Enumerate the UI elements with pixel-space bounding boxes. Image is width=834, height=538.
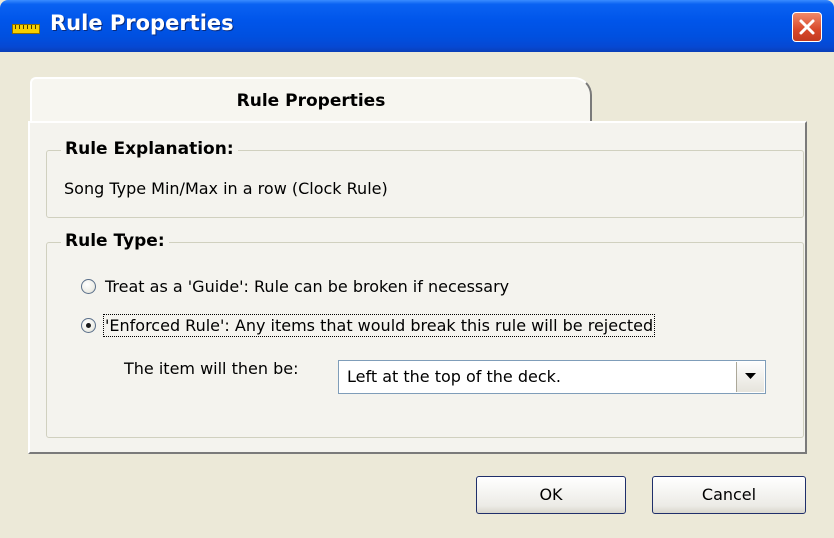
- title-bar[interactable]: Rule Properties: [0, 0, 834, 52]
- ruler-icon: [12, 24, 40, 34]
- rule-explanation-text: Song Type Min/Max in a row (Clock Rule): [64, 179, 388, 198]
- tab-label: Rule Properties: [236, 91, 386, 111]
- tab-rule-properties[interactable]: Rule Properties: [30, 77, 592, 123]
- rule-type-legend: Rule Type:: [61, 231, 169, 251]
- radio-guide-label[interactable]: Treat as a 'Guide': Rule can be broken i…: [105, 277, 509, 296]
- rule-explanation-legend: Rule Explanation:: [61, 139, 238, 159]
- rule-type-group: Rule Type:: [46, 231, 804, 438]
- dialog-window: Rule Properties Rule Properties Rule Exp…: [0, 0, 834, 538]
- window-title: Rule Properties: [50, 11, 234, 35]
- select-label: The item will then be:: [124, 359, 299, 378]
- dropdown-value: Left at the top of the deck.: [347, 367, 561, 386]
- close-icon: [799, 19, 815, 35]
- radio-guide-option[interactable]: Treat as a 'Guide': Rule can be broken i…: [81, 277, 681, 301]
- radio-button-guide[interactable]: [81, 279, 96, 294]
- close-button[interactable]: [792, 12, 822, 42]
- radio-enforced-label[interactable]: 'Enforced Rule': Any items that would br…: [102, 314, 656, 337]
- ok-button[interactable]: OK: [476, 476, 626, 514]
- radio-enforced-option[interactable]: 'Enforced Rule': Any items that would br…: [81, 314, 781, 340]
- item-action-dropdown[interactable]: Left at the top of the deck.: [338, 360, 766, 394]
- radio-button-enforced[interactable]: [81, 318, 96, 333]
- dropdown-arrow-button[interactable]: [736, 362, 764, 392]
- chevron-down-icon: [745, 373, 756, 379]
- cancel-button[interactable]: Cancel: [652, 476, 806, 514]
